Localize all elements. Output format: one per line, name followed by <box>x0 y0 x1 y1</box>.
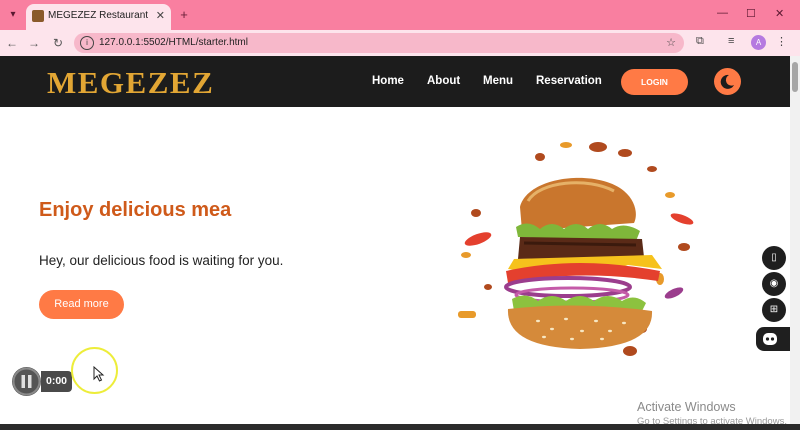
burger-image <box>458 142 694 356</box>
scrollbar-thumb[interactable] <box>792 62 798 92</box>
site-header: MEGEZEZ Home About Menu Reservation LOGI… <box>0 56 800 107</box>
media-controls-icon[interactable]: ≡ <box>728 35 734 47</box>
extensions-icon[interactable]: ⧉ <box>696 35 704 48</box>
back-icon[interactable]: ← <box>4 35 20 51</box>
nav-about[interactable]: About <box>427 75 460 87</box>
window-bottom-edge <box>0 424 800 430</box>
chat-assistant-button[interactable] <box>756 327 790 351</box>
read-more-button[interactable]: Read more <box>39 290 124 319</box>
bot-icon <box>763 333 777 345</box>
nav-reservation[interactable]: Reservation <box>536 75 602 87</box>
tab-title: MEGEZEZ Restaurant <box>48 10 149 21</box>
privacy-button[interactable]: ◉ <box>762 272 786 296</box>
close-window-icon[interactable]: ✕ <box>775 7 784 20</box>
pause-icon <box>12 367 41 396</box>
reload-icon[interactable]: ↻ <box>50 35 66 51</box>
apps-button[interactable]: ⊞ <box>762 298 786 322</box>
hero-subtitle: Hey, our delicious food is waiting for y… <box>39 253 284 268</box>
nav-menu[interactable]: Menu <box>483 75 513 87</box>
grid-icon: ⊞ <box>769 304 779 315</box>
reader-mode-button[interactable]: ▯ <box>762 246 786 270</box>
nav-home[interactable]: Home <box>372 75 404 87</box>
theme-toggle-button[interactable] <box>714 68 741 95</box>
mouse-pointer-icon <box>93 366 105 382</box>
screen: ▾ MEGEZEZ Restaurant ✕ + — ☐ ✕ ← → ↻ i 1… <box>0 0 800 430</box>
browser-tab[interactable]: MEGEZEZ Restaurant ✕ <box>26 4 171 30</box>
login-button[interactable]: LOGIN <box>621 69 688 95</box>
book-icon: ▯ <box>771 252 777 263</box>
site-info-icon[interactable]: i <box>80 36 94 50</box>
moon-icon <box>720 74 734 89</box>
hero-title: Enjoy delicious mea <box>39 199 232 221</box>
new-tab-icon[interactable]: + <box>176 7 192 23</box>
browser-toolbar: ← → ↻ i 127.0.0.1:5502/HTML/starter.html… <box>0 30 800 56</box>
fingerprint-icon: ◉ <box>769 278 779 289</box>
recording-timer: 0:00 <box>46 375 68 387</box>
tab-search-icon[interactable]: ▾ <box>6 8 20 22</box>
activate-windows-title: Activate Windows <box>637 400 736 414</box>
recording-pause-button[interactable] <box>12 367 41 396</box>
favicon-icon <box>32 10 44 22</box>
maximize-icon[interactable]: ☐ <box>746 7 756 20</box>
browser-tab-strip: ▾ MEGEZEZ Restaurant ✕ + — ☐ ✕ <box>0 0 800 30</box>
url-text: 127.0.0.1:5502/HTML/starter.html <box>99 37 248 48</box>
bookmark-star-icon[interactable]: ☆ <box>666 36 676 49</box>
close-tab-icon[interactable]: ✕ <box>156 9 165 22</box>
minimize-icon[interactable]: — <box>717 7 728 19</box>
site-logo[interactable]: MEGEZEZ <box>47 65 214 101</box>
menu-kebab-icon[interactable]: ⋮ <box>776 35 787 48</box>
page-scrollbar[interactable] <box>790 56 800 424</box>
profile-avatar[interactable]: A <box>751 35 766 50</box>
hero-section: Enjoy delicious mea Hey, our delicious f… <box>0 107 790 424</box>
address-bar[interactable]: i 127.0.0.1:5502/HTML/starter.html ☆ <box>74 33 684 53</box>
forward-icon[interactable]: → <box>26 35 42 51</box>
